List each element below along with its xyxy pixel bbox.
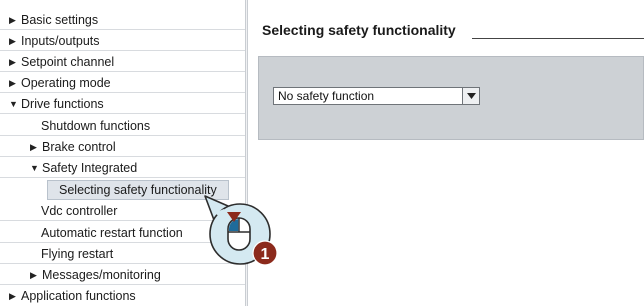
expand-arrow-icon[interactable]: ▶ [9,52,21,72]
tree-item-label: Basic settings [21,12,99,27]
tree-item-label: Setpoint channel [21,54,115,69]
step-badge [252,240,278,266]
splitter-handle[interactable] [245,0,248,306]
expand-arrow-icon[interactable]: ▶ [9,10,21,30]
tree-item-flying-restart[interactable]: Flying restart [0,244,245,264]
tree-item-label: Brake control [42,139,116,154]
tree-item-inputs-outputs[interactable]: ▶ Inputs/outputs [0,31,245,51]
tree-item-label: Inputs/outputs [21,33,100,48]
tree-item-setpoint-channel[interactable]: ▶ Setpoint channel [0,52,245,72]
tree-item-basic-settings[interactable]: ▶ Basic settings [0,10,245,30]
expand-arrow-icon[interactable]: ▶ [9,286,21,306]
tree-item-shutdown-functions[interactable]: Shutdown functions [0,116,245,136]
tree-item-selecting-safety-functionality[interactable]: Selecting safety functionality [47,180,229,200]
tree-item-automatic-restart-function[interactable]: Automatic restart function [0,223,245,243]
step-number: 1 [261,246,270,263]
tree-item-label: Flying restart [41,246,114,261]
collapse-arrow-icon[interactable]: ▼ [30,158,42,178]
expand-arrow-icon[interactable]: ▶ [9,31,21,51]
tree-item-label: Messages/monitoring [42,267,161,282]
safety-function-dropdown[interactable]: No safety function [273,87,480,105]
dropdown-value: No safety function [278,89,375,103]
tree-item-label: Shutdown functions [41,118,151,133]
tree-item-label: Selecting safety functionality [59,183,217,197]
tree-item-operating-mode[interactable]: ▶ Operating mode [0,73,245,93]
tree-item-label: Application functions [21,289,136,303]
tree-item-label: Vdc controller [41,203,118,218]
window: ▶ Basic settings ▶ Inputs/outputs ▶ Setp… [0,0,644,306]
collapse-arrow-icon[interactable]: ▼ [9,94,21,114]
tree-item-brake-control[interactable]: ▶ Brake control [0,137,245,157]
dropdown-button[interactable] [462,88,479,104]
tree-item-messages-monitoring[interactable]: ▶ Messages/monitoring [0,265,245,285]
tree-item-drive-functions[interactable]: ▼ Drive functions [0,94,245,114]
navigation-tree: ▶ Basic settings ▶ Inputs/outputs ▶ Setp… [0,0,248,306]
title-divider [472,38,644,39]
expand-arrow-icon[interactable]: ▶ [30,265,42,285]
tree-item-safety-integrated[interactable]: ▼ Safety Integrated [0,158,245,178]
tree-item-label: Operating mode [21,75,111,90]
tree-item-label: Automatic restart function [41,225,183,240]
expand-arrow-icon[interactable]: ▶ [9,73,21,93]
tree-item-label: Drive functions [21,96,104,111]
chevron-down-icon [466,93,476,99]
tree-item-application-functions[interactable]: ▶ Application functions [0,286,245,306]
expand-arrow-icon[interactable]: ▶ [30,137,42,157]
page-title: Selecting safety functionality [262,22,456,38]
tree-item-vdc-controller[interactable]: Vdc controller [0,201,245,221]
tree-item-label: Safety Integrated [42,160,138,175]
